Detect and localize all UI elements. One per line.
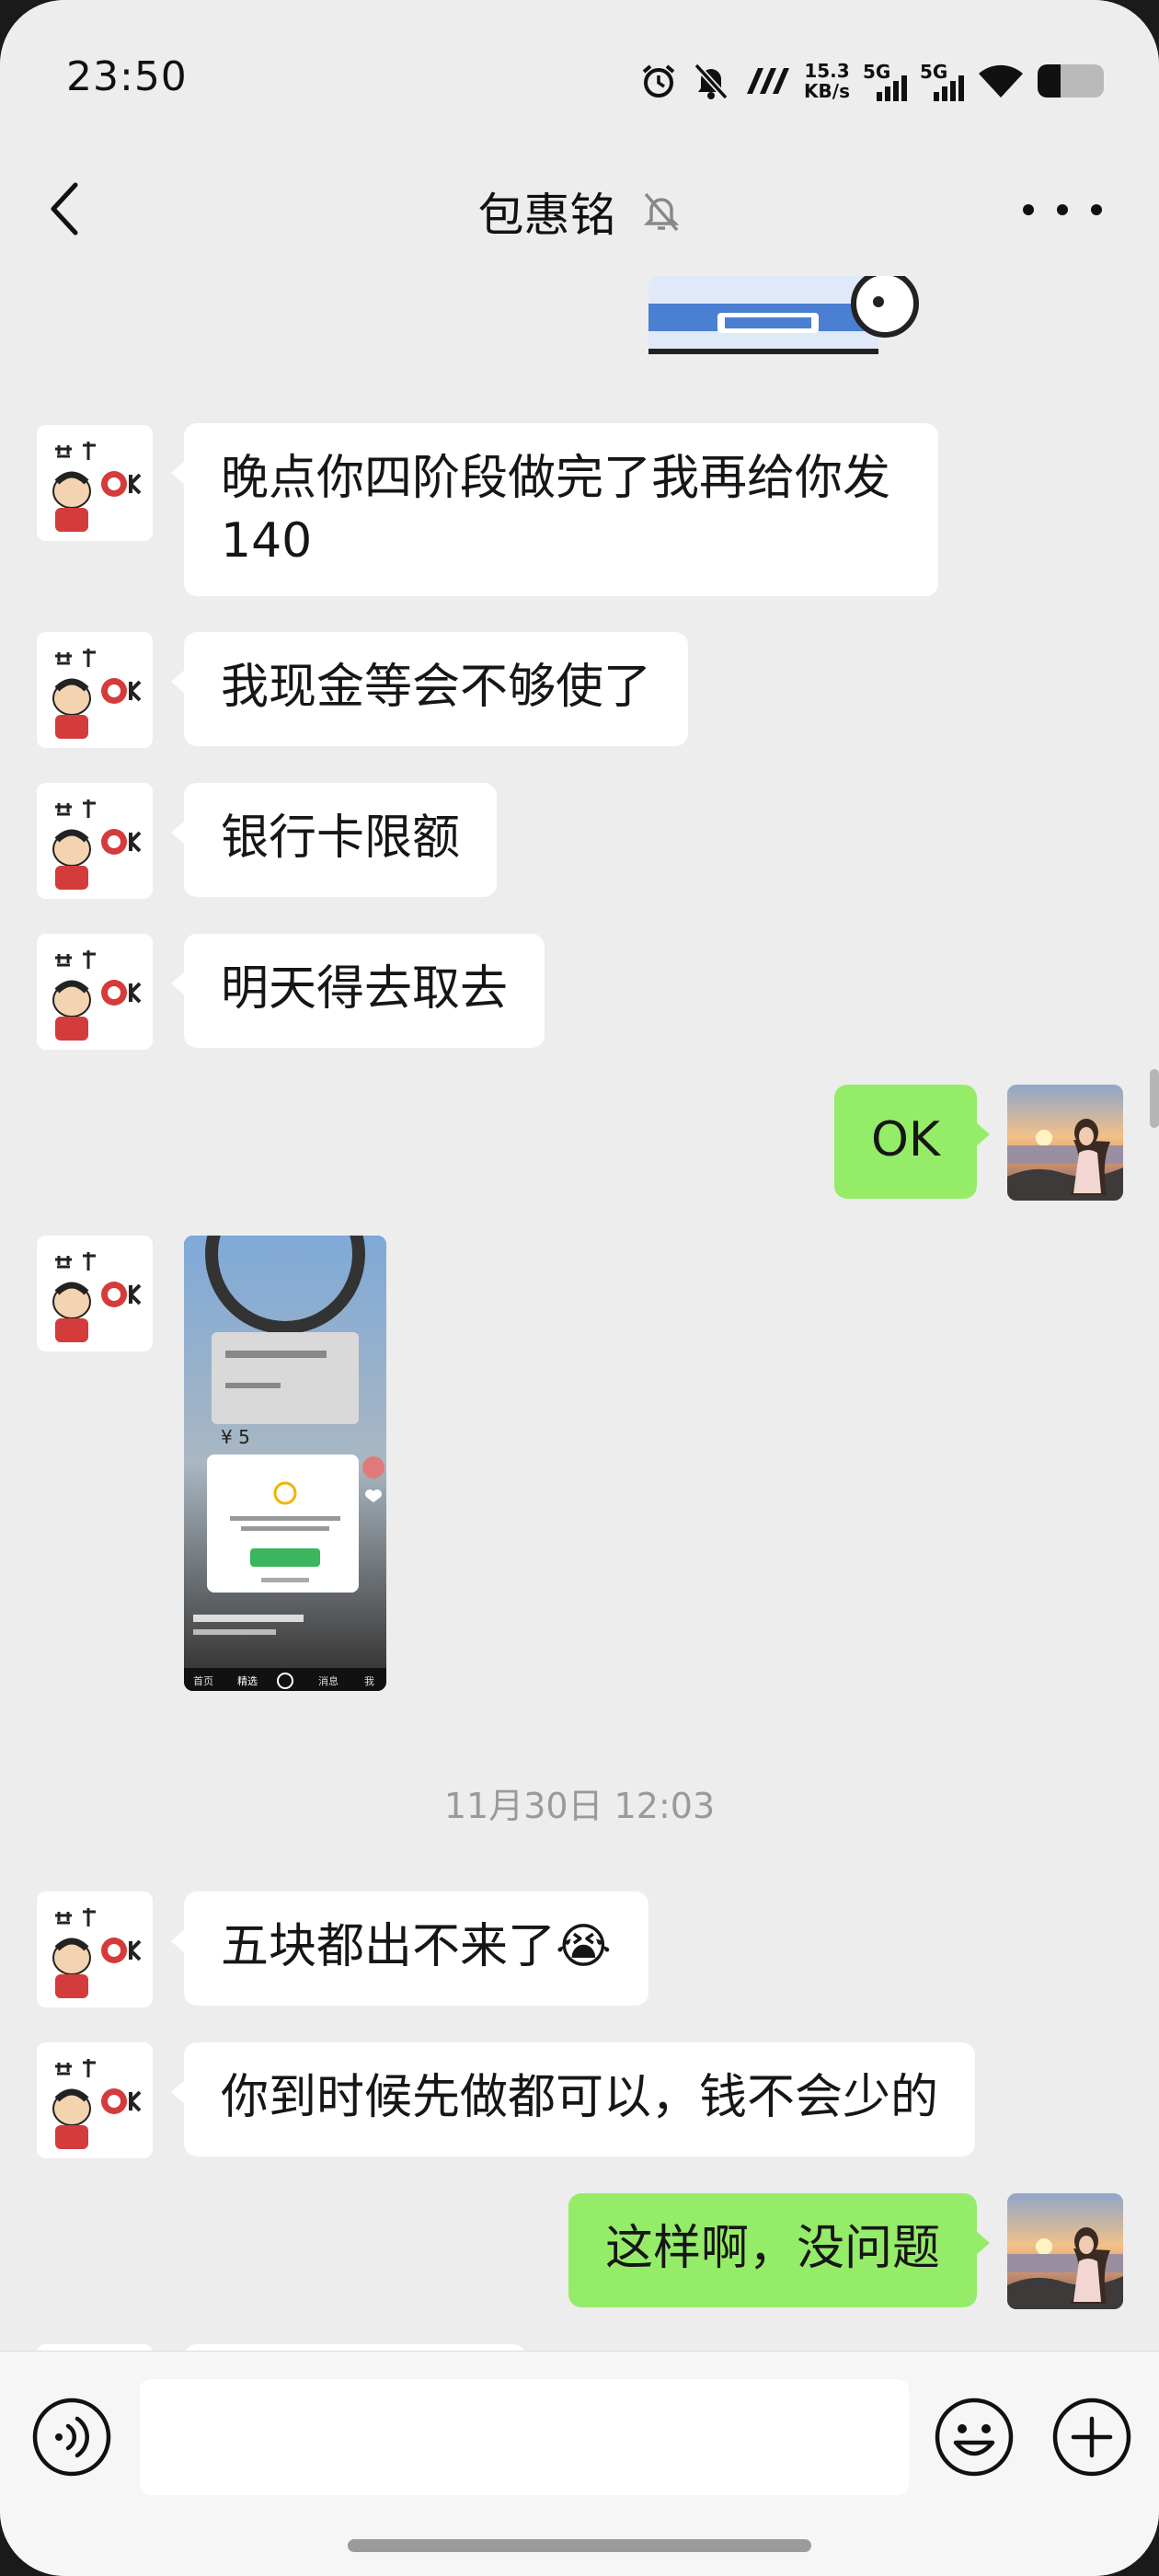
screenshot-thumbnail: ¥ 5 首页 精选 消息 我 <box>184 1236 386 1691</box>
contact-avatar[interactable] <box>37 934 153 1050</box>
cartoon-avatar-icon <box>37 1236 153 1351</box>
alarm-icon <box>642 64 675 98</box>
emoji-icon[interactable] <box>934 2397 1015 2478</box>
status-time: 23:50 <box>66 53 188 100</box>
thumb-nav-label: 精选 <box>237 1675 258 1687</box>
contact-avatar[interactable] <box>37 425 153 541</box>
thumb-nav-label: 消息 <box>318 1674 339 1687</box>
net-speed-unit: KB/s <box>804 80 850 102</box>
message-timestamp: 11月30日 12:03 <box>443 1786 716 1826</box>
voice-icon[interactable] <box>31 2397 112 2478</box>
message-bubble[interactable]: 五块都出不来了😭 <box>171 1892 648 2006</box>
cartoon-avatar-icon <box>37 425 153 541</box>
title-area: 包惠铭 <box>0 178 1159 245</box>
contact-avatar[interactable] <box>37 1892 153 2007</box>
contact-avatar[interactable] <box>37 1236 153 1351</box>
home-indicator[interactable] <box>348 2539 811 2552</box>
message-bubble-outgoing[interactable]: 这样啊，没问题 <box>568 2193 991 2307</box>
crying-laughing-emoji-icon: 😭 <box>556 1919 612 1974</box>
message-list[interactable]: 晚点你四阶段做完了我再给你发140 我现金等会不够使了 银行卡限额 明天得去取去… <box>0 276 1159 2351</box>
cartoon-avatar-icon <box>37 2042 153 2158</box>
signal-sim2-icon: 5G <box>920 61 964 101</box>
thumb-nav-label: 首页 <box>193 1674 213 1687</box>
contact-avatar-partial <box>37 2344 153 2351</box>
thumb-amount: ¥ 5 <box>221 1426 250 1448</box>
message-text: 五块都出不来了 <box>221 1919 557 1974</box>
status-bar: 23:50 15.3 KB/s 5G 5G <box>0 0 1159 156</box>
contact-avatar[interactable] <box>37 2042 153 2158</box>
cartoon-avatar-icon <box>37 632 153 748</box>
thumb-nav-label: 我 <box>364 1675 374 1687</box>
my-avatar[interactable] <box>1007 1085 1123 1201</box>
message-bubble[interactable]: 我现金等会不够使了 <box>170 632 689 746</box>
wifi-icon <box>979 64 1023 98</box>
mute-bell-icon <box>694 63 729 100</box>
message-bubble[interactable]: 你到时候先做都可以，钱不会少的 <box>170 2042 976 2156</box>
net-speed-value: 15.3 <box>804 60 850 82</box>
message-bubble[interactable]: 银行卡限额 <box>170 783 498 897</box>
nfc-icon <box>747 68 790 94</box>
contact-avatar[interactable] <box>37 632 153 748</box>
chat-screen: 23:50 15.3 KB/s 5G 5G 包惠铭 晚点你四阶段做完了我再给你发… <box>0 0 1159 2576</box>
muted-bell-icon <box>643 192 679 232</box>
contact-name[interactable]: 包惠铭 <box>477 178 615 245</box>
more-dots-icon[interactable] <box>1012 201 1113 219</box>
my-avatar[interactable] <box>1007 2193 1123 2309</box>
net-speed: 15.3 KB/s <box>804 61 850 101</box>
message-input[interactable] <box>140 2379 909 2495</box>
message-bubble[interactable]: 晚点你四阶段做完了我再给你发140 <box>171 423 938 596</box>
signal-sim1-icon: 5G <box>863 61 907 101</box>
sunset-photo-avatar-icon <box>1007 1085 1123 1201</box>
contact-avatar[interactable] <box>37 783 153 899</box>
status-icons: 15.3 KB/s 5G 5G <box>638 57 1104 105</box>
cartoon-avatar-icon <box>37 1892 153 2007</box>
sticker-image[interactable] <box>644 276 938 363</box>
message-bubble-partial <box>184 2344 526 2351</box>
battery-icon <box>1038 64 1104 98</box>
image-message-screenshot[interactable]: ¥ 5 首页 精选 消息 我 <box>184 1236 386 1691</box>
cartoon-avatar-icon <box>37 934 153 1050</box>
plus-icon[interactable] <box>1051 2397 1132 2478</box>
message-bubble[interactable]: 明天得去取去 <box>170 934 545 1048</box>
sunset-photo-avatar-icon <box>1007 2193 1123 2309</box>
cartoon-avatar-icon <box>37 783 153 899</box>
scrollbar[interactable] <box>1150 1069 1159 1128</box>
message-bubble-outgoing[interactable]: OK <box>833 1085 991 1199</box>
